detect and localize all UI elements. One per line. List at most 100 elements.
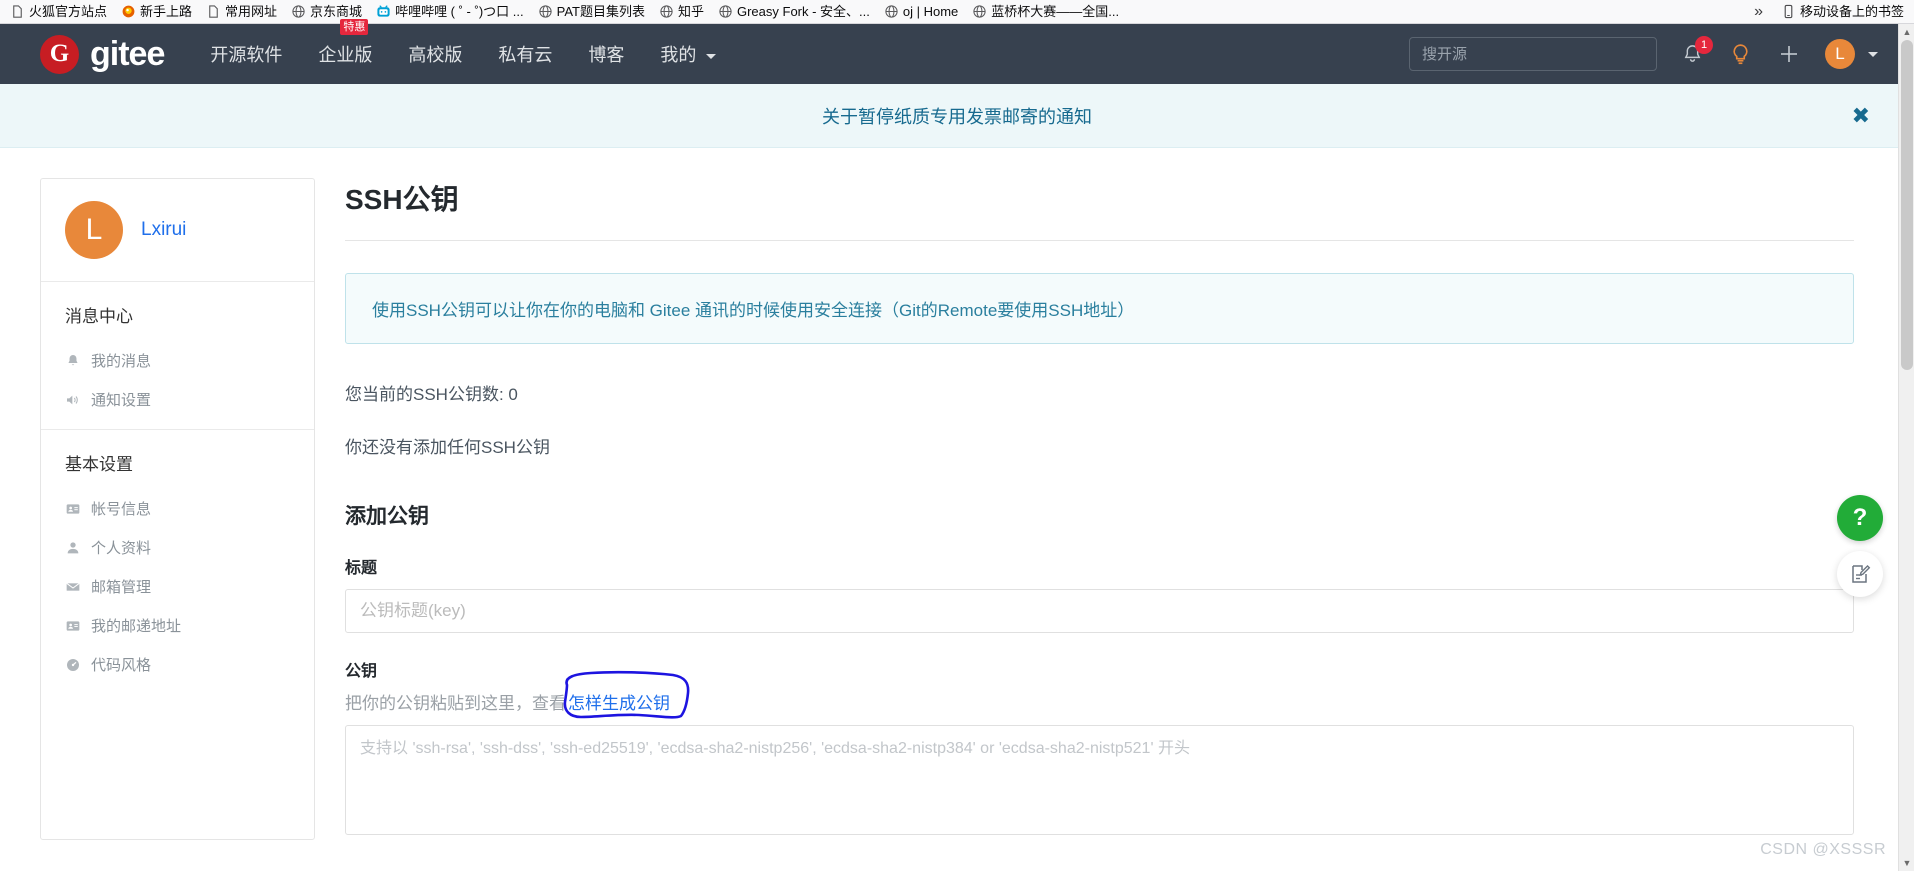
header-actions: 1 L [1409, 35, 1914, 71]
sidebar-section-basic-settings: 基本设置 帐号信息 个人资料 邮箱管理 我的邮递地址 代码风格 [41, 430, 314, 694]
bell-icon [68, 354, 78, 365]
sidebar-item-email-management[interactable]: 邮箱管理 [41, 567, 314, 606]
bookmark-item[interactable]: PAT题目集列表 [532, 2, 651, 21]
key-field-label: 公钥 [345, 663, 378, 680]
how-to-generate-key-link[interactable]: 怎样生成公钥 [568, 689, 670, 714]
main-navigation: 开源软件 特惠 企业版 高校版 私有云 博客 我的 [210, 19, 717, 73]
key-field-hint: 把你的公钥粘贴到这里，查看 怎样生成公钥 [345, 670, 1854, 719]
sidebar-item-label: 邮箱管理 [91, 579, 152, 596]
sidebar-item-label: 个人资料 [91, 540, 152, 557]
browser-bookmarks-bar: 火狐官方站点 新手上路 常用网址 京东商城 哔哩哔哩 ( ˚ - ˚)つ口 ..… [0, 0, 1914, 24]
close-icon[interactable]: ✖ [1852, 104, 1870, 127]
bookmark-item[interactable]: 新手上路 [115, 2, 198, 21]
globe-icon [292, 5, 305, 18]
bookmark-label: 知乎 [677, 4, 704, 19]
gauge-icon [67, 658, 79, 671]
sidebar-section-title: 基本设置 [65, 455, 133, 474]
help-button[interactable]: ? [1837, 495, 1883, 541]
bookmark-label: oj | Home [902, 4, 959, 19]
floating-widgets: ? [1837, 495, 1883, 597]
nav-item-mine[interactable]: 我的 [660, 35, 717, 73]
sidebar-item-notification-settings[interactable]: 通知设置 [41, 380, 314, 419]
bookmark-label: 新手上路 [140, 4, 193, 19]
bookmark-item[interactable]: oj | Home [878, 2, 964, 21]
nav-label: 开源软件 [210, 45, 283, 65]
avatar: L [65, 201, 123, 259]
ssh-key-textarea[interactable] [345, 725, 1854, 835]
gitee-logo-text: gitee [90, 35, 165, 73]
notification-badge: 1 [1695, 35, 1713, 54]
bookmark-label: 火狐官方站点 [29, 4, 108, 19]
scroll-down-arrow-icon[interactable]: ▼ [1899, 855, 1914, 871]
bookmark-label: 哔哩哔哩 ( ˚ - ˚)つ口 ... [395, 4, 524, 19]
bookmark-item[interactable]: Greasy Fork - 安全、... [712, 2, 876, 21]
bookmark-item[interactable]: 蓝桥杯大赛——全国... [966, 2, 1125, 21]
nav-item-enterprise[interactable]: 特惠 企业版 [318, 19, 373, 73]
title-field-label: 标题 [345, 560, 378, 577]
bookmark-label: 蓝桥杯大赛——全国... [991, 4, 1120, 19]
sidebar-item-mailing-address[interactable]: 我的邮递地址 [41, 606, 314, 645]
globe-icon [885, 5, 898, 18]
nav-label: 企业版 [318, 45, 373, 65]
nav-badge-promo: 特惠 [340, 19, 369, 35]
sidebar-section-title: 消息中心 [65, 307, 133, 326]
notifications-button[interactable]: 1 [1681, 35, 1713, 66]
person-icon [67, 541, 79, 553]
scroll-up-arrow-icon[interactable]: ▲ [1899, 24, 1914, 40]
mobile-bookmarks-label: 移动设备上的书签 [1799, 4, 1904, 19]
nav-item-opensource[interactable]: 开源软件 [210, 35, 282, 73]
sidebar-item-label: 通知设置 [91, 392, 152, 409]
sidebar-item-label: 我的邮递地址 [91, 618, 182, 635]
site-header: G gitee 开源软件 特惠 企业版 高校版 私有云 博客 我的 搜开源 1 … [0, 19, 1914, 84]
globe-icon [973, 5, 986, 18]
sidebar-item-my-messages[interactable]: 我的消息 [41, 341, 314, 380]
nav-label: 我的 [660, 45, 697, 65]
bookmark-item[interactable]: 哔哩哔哩 ( ˚ - ˚)つ口 ... [370, 2, 530, 21]
bookmark-label: PAT题目集列表 [556, 4, 645, 19]
key-title-input[interactable] [345, 589, 1854, 633]
nav-item-blog[interactable]: 博客 [588, 35, 624, 73]
bilibili-icon [377, 5, 390, 17]
sidebar-item-account-info[interactable]: 帐号信息 [41, 489, 314, 528]
user-menu-button[interactable]: L [1825, 39, 1878, 69]
key-hint-text: 把你的公钥粘贴到这里，查看 [345, 694, 566, 713]
firefox-icon [122, 5, 135, 18]
plus-icon [1781, 46, 1797, 62]
sidebar-item-profile[interactable]: 个人资料 [41, 528, 314, 567]
feedback-button[interactable] [1837, 551, 1883, 597]
bookmark-item[interactable]: 火狐官方站点 [4, 2, 113, 21]
globe-icon [538, 5, 552, 18]
suggestion-button[interactable] [1728, 42, 1753, 67]
document-icon [209, 5, 218, 18]
bookmark-label: Greasy Fork - 安全、... [736, 4, 870, 19]
nav-label: 私有云 [498, 45, 553, 65]
nav-item-privatecloud[interactable]: 私有云 [498, 35, 552, 73]
bookmark-item[interactable]: 知乎 [653, 2, 710, 21]
mobile-icon [1784, 4, 1793, 19]
nav-item-education[interactable]: 高校版 [408, 35, 462, 73]
gitee-logo[interactable]: G gitee [40, 34, 165, 74]
add-key-section-title: 添加公钥 [345, 505, 429, 528]
search-input[interactable] [1409, 37, 1657, 71]
scrollbar-thumb[interactable] [1901, 40, 1913, 370]
bookmark-item[interactable]: 常用网址 [200, 2, 283, 21]
watermark: CSDN @XSSSR [1760, 841, 1886, 858]
sidebar-item-label: 代码风格 [91, 657, 152, 674]
notice-link[interactable]: 关于暂停纸质专用发票邮寄的通知 [822, 103, 1092, 129]
create-new-button[interactable] [1777, 42, 1801, 66]
globe-icon [660, 5, 673, 18]
mobile-bookmarks-item[interactable]: 移动设备上的书签 [1775, 2, 1910, 21]
sidebar-item-code-style[interactable]: 代码风格 [41, 645, 314, 684]
bookmark-label: 常用网址 [225, 4, 278, 19]
app-root: 火狐官方站点 新手上路 常用网址 京东商城 哔哩哔哩 ( ˚ - ˚)つ口 ..… [0, 0, 1914, 871]
sidebar-profile[interactable]: L Lxirui [41, 179, 314, 282]
page-title: SSH公钥 [345, 178, 1854, 241]
bookmarks-overflow-button[interactable]: » [1750, 3, 1773, 21]
main-content: SSH公钥 使用SSH公钥可以让你在你的电脑和 Gitee 通讯的时候使用安全连… [345, 178, 1914, 840]
sidebar-section-messages: 消息中心 我的消息 通知设置 [41, 282, 314, 430]
ssh-empty-state: 你还没有添加任何SSH公钥 [345, 438, 550, 457]
envelope-icon [66, 582, 80, 591]
avatar: L [1825, 39, 1855, 69]
ssh-info-box: 使用SSH公钥可以让你在你的电脑和 Gitee 通讯的时候使用安全连接（Git的… [345, 273, 1854, 344]
page-scrollbar[interactable]: ▲ ▼ [1898, 24, 1914, 871]
